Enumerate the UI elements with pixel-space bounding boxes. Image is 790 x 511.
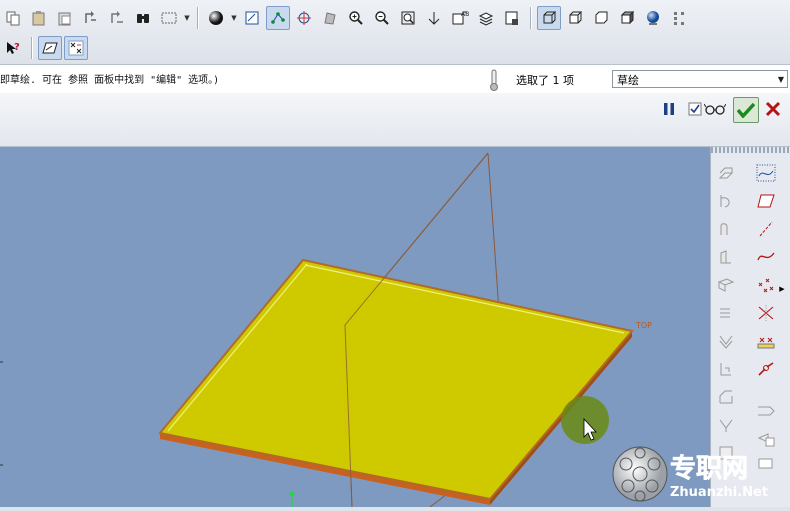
reorient-icon[interactable]: [422, 6, 446, 30]
layers-icon[interactable]: [474, 6, 498, 30]
cancel-button[interactable]: [762, 98, 784, 120]
sketch-setup-icon[interactable]: [38, 36, 62, 60]
thermometer-icon: [490, 69, 498, 91]
context-help-icon[interactable]: ?: [1, 36, 25, 60]
datum-axis-icon[interactable]: [755, 218, 777, 240]
zoom-out-icon[interactable]: [370, 6, 394, 30]
shell-icon[interactable]: [715, 302, 737, 324]
toolbar-separator: [31, 37, 32, 59]
no-hidden-icon[interactable]: [589, 6, 613, 30]
hidden-line-icon[interactable]: [563, 6, 587, 30]
close-icon: [765, 101, 781, 117]
zoom-in-icon[interactable]: [344, 6, 368, 30]
plane-label-top: TOP: [635, 321, 652, 330]
extrude-icon[interactable]: [715, 162, 737, 184]
toolbar-separator: [530, 7, 531, 29]
binoculars-icon[interactable]: [131, 6, 155, 30]
view-manager-icon[interactable]: [500, 6, 524, 30]
selection-status: 选取了 1 项: [516, 74, 574, 87]
datum-chain-icon[interactable]: [755, 358, 777, 380]
confirm-button[interactable]: [733, 97, 759, 123]
datum-curve-icon[interactable]: [755, 162, 777, 184]
copy-geometry-icon[interactable]: [755, 400, 777, 422]
spin-center-icon[interactable]: [292, 6, 316, 30]
render-icon[interactable]: [318, 6, 342, 30]
copy-icon[interactable]: [1, 6, 25, 30]
selection-box-icon[interactable]: [157, 6, 181, 30]
regenerate-manager-icon[interactable]: [105, 6, 129, 30]
datum-coord-sys-icon[interactable]: [755, 302, 777, 324]
refit-icon[interactable]: [396, 6, 420, 30]
appearance-sphere-icon[interactable]: [641, 6, 665, 30]
graphics-window[interactable]: TOP: [0, 147, 710, 507]
selection-filter-select[interactable]: 草绘 ▼: [612, 70, 788, 88]
soccer-ball-icon: [612, 446, 668, 502]
preview-button[interactable]: [704, 98, 726, 120]
svg-text:?: ?: [14, 42, 20, 53]
toolbar-separator: [197, 7, 198, 29]
coordinate-origin: [289, 491, 295, 497]
toolbar-row-2: ?: [0, 33, 89, 63]
model-view: TOP: [0, 152, 652, 507]
draft-icon[interactable]: [715, 358, 737, 380]
saved-views-icon[interactable]: AB: [448, 6, 472, 30]
sketch-curve-icon[interactable]: [755, 246, 777, 268]
shading-dropdown-arrow[interactable]: ▼: [229, 7, 239, 29]
chevron-down-icon: ▼: [777, 75, 784, 84]
shaded-display-icon[interactable]: [615, 6, 639, 30]
left-edge-marks: [0, 361, 3, 466]
pause-icon: [664, 103, 674, 115]
hole-icon[interactable]: [715, 274, 737, 296]
toolbar-row-1: ▼ ▼ AB: [0, 3, 692, 33]
pause-button[interactable]: [658, 98, 680, 120]
message-area: 即草绘. 可在 参照 面板中找到 "编辑" 选项。) 选取了 1 项 草绘 ▼: [0, 65, 790, 93]
main-toolbar: ▼ ▼ AB ?: [0, 0, 790, 65]
selection-filter-value: 草绘: [617, 74, 639, 87]
verify-checkbox[interactable]: [684, 98, 706, 120]
rib-icon[interactable]: [715, 330, 737, 352]
toolbar-grip: [711, 147, 790, 153]
wireframe-display-icon[interactable]: [537, 6, 561, 30]
checkmark-icon: [737, 102, 755, 118]
shading-sphere-icon[interactable]: [204, 6, 228, 30]
prompt-message: 即草绘. 可在 参照 面板中找到 "编辑" 选项。): [0, 75, 220, 86]
blend-icon[interactable]: [715, 246, 737, 268]
sketch-references-icon[interactable]: [64, 36, 88, 60]
paste-special-icon[interactable]: [53, 6, 77, 30]
watermark-brand: 专职网: [670, 454, 748, 484]
watermark-logo: 专职网 Zhuanzhi.Net: [612, 444, 790, 507]
paste-icon[interactable]: [27, 6, 51, 30]
flyout-arrow-icon[interactable]: ▶: [777, 278, 787, 300]
round-icon[interactable]: [715, 386, 737, 408]
watermark-url: Zhuanzhi.Net: [670, 485, 768, 500]
display-options-icon[interactable]: [667, 6, 691, 30]
feature-dashboard: [0, 93, 790, 147]
regenerate-icon[interactable]: [79, 6, 103, 30]
chamfer-icon[interactable]: [715, 414, 737, 436]
datum-points-icon[interactable]: [266, 6, 290, 30]
checkbox-icon: [688, 102, 702, 116]
datum-point-icon[interactable]: [755, 274, 777, 296]
datum-plane-icon[interactable]: [755, 190, 777, 212]
top-datum-plane[interactable]: [158, 258, 634, 501]
sketch-plane-icon[interactable]: [240, 6, 264, 30]
analysis-icon[interactable]: [755, 330, 777, 352]
selection-dropdown-arrow[interactable]: ▼: [182, 7, 192, 29]
svg-text:AB: AB: [461, 11, 469, 18]
glasses-icon: [704, 103, 726, 115]
revolve-icon[interactable]: [715, 190, 737, 212]
sweep-icon[interactable]: [715, 218, 737, 240]
